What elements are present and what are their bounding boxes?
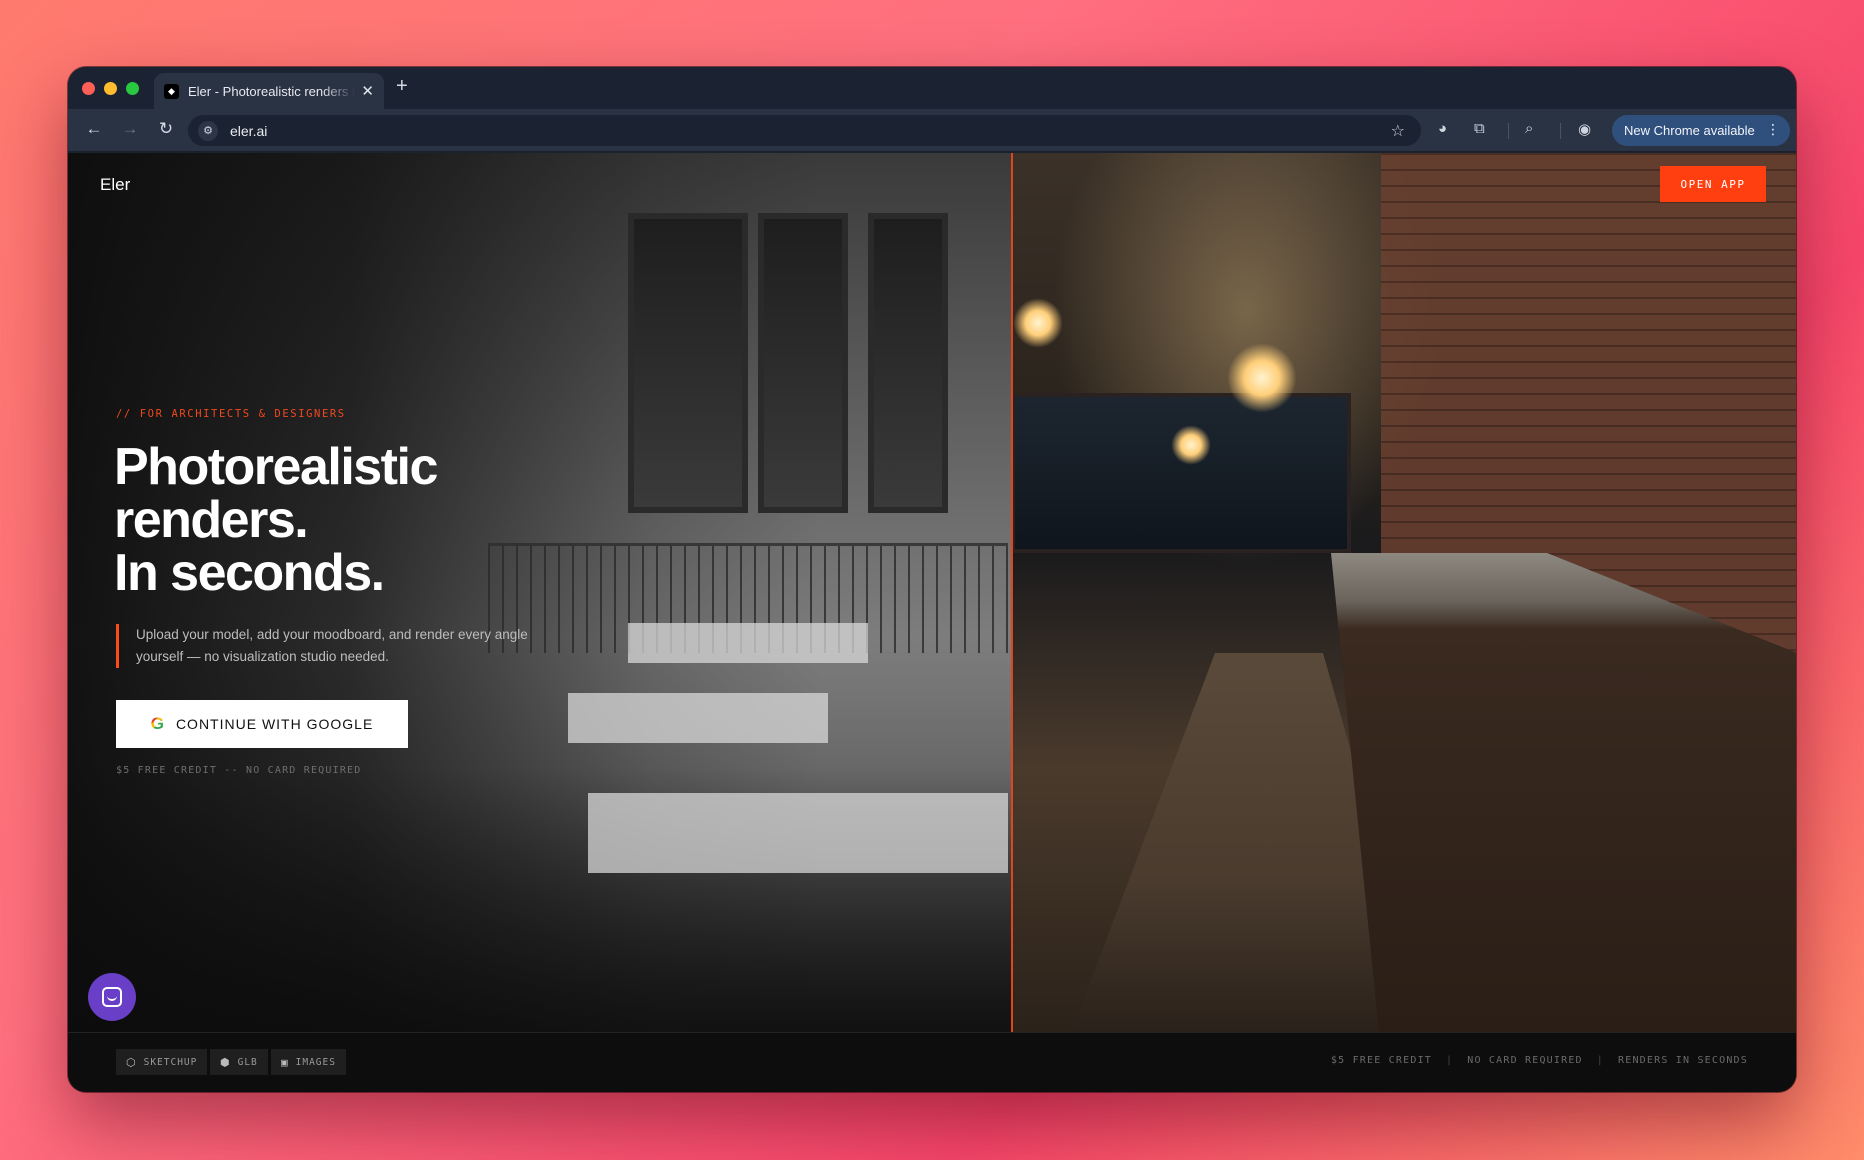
headline-line: renders. [114, 491, 309, 549]
footer-bar: ⬡ SKETCHUP ⬢ GLB ▣ IMAGES $5 FREE CREDIT… [68, 1032, 1796, 1092]
back-icon[interactable]: ← [82, 119, 106, 139]
format-chip-glb: ⬢ GLB [210, 1049, 268, 1075]
browser-window: ◆ Eler - Photorealistic renders in secon… [68, 67, 1796, 1092]
tab-search-icon[interactable]: ⌕ [1525, 120, 1533, 137]
chrome-update-label: New Chrome available [1624, 123, 1755, 138]
url-text[interactable]: eler.ai [230, 123, 267, 139]
window-shape [628, 213, 748, 513]
footer-feature: $5 FREE CREDIT [1330, 1055, 1433, 1066]
page-viewport: Eler OPEN APP // FOR ARCHITECTS & DESIGN… [68, 153, 1796, 1092]
profile-icon[interactable]: ◉ [1578, 120, 1591, 138]
extensions-icon[interactable]: ⧉ [1474, 120, 1485, 137]
footer-feature: RENDERS IN SECONDS [1618, 1055, 1748, 1066]
credit-note: $5 FREE CREDIT -- NO CARD REQUIRED [116, 765, 362, 776]
chandelier-icon [1227, 343, 1297, 413]
maximize-window-button[interactable] [126, 82, 139, 95]
reload-icon[interactable]: ↻ [154, 119, 178, 139]
browser-tab[interactable]: ◆ Eler - Photorealistic renders in secon… [154, 73, 384, 109]
table-shape [588, 793, 1008, 873]
favicon-icon: ◆ [164, 83, 179, 99]
chandelier-icon [1013, 298, 1063, 348]
toolbar-separator [1560, 123, 1561, 139]
footer-features: $5 FREE CREDIT | NO CARD REQUIRED | RENDERS … [1331, 1055, 1748, 1066]
bookmark-star-icon[interactable]: ☆ [1391, 121, 1405, 141]
window-shape [868, 213, 948, 513]
new-tab-button[interactable]: + [396, 75, 408, 98]
google-icon: G [150, 714, 165, 733]
headline-line: Photorealistic [114, 438, 438, 496]
hero-headline: Photorealistic renders. In seconds. [114, 438, 438, 602]
continue-with-google-button[interactable]: G CONTINUE WITH GOOGLE [116, 700, 408, 748]
logo[interactable]: Eler [100, 175, 130, 195]
more-vert-icon[interactable]: ⋮ [1766, 121, 1780, 138]
chip-label: GLB [237, 1056, 258, 1068]
chip-label: SKETCHUP [143, 1056, 198, 1068]
format-chip-sketchup: ⬡ SKETCHUP [116, 1049, 208, 1075]
chip-label: IMAGES [295, 1056, 336, 1068]
browser-toolbar: ← → ↻ ⚙ eler.ai ☆ ◕ ⧉ ⌕ ◉ New Chrome ava… [68, 109, 1796, 152]
image-icon: ▣ [281, 1055, 289, 1069]
footer-feature: NO CARD REQUIRED [1467, 1055, 1583, 1066]
site-settings-icon[interactable]: ⚙ [198, 120, 218, 141]
cube-icon: ⬢ [220, 1055, 231, 1069]
close-window-button[interactable] [82, 82, 95, 95]
window-shape [1011, 393, 1351, 553]
toolbar-separator [1508, 123, 1509, 139]
compare-slider-handle[interactable] [1011, 153, 1013, 1032]
chat-icon [102, 987, 122, 1007]
google-button-label: CONTINUE WITH GOOGLE [175, 716, 374, 732]
forward-icon[interactable]: → [118, 119, 142, 139]
chandelier-icon [1171, 425, 1211, 465]
close-tab-icon[interactable]: ✕ [361, 82, 374, 100]
gemini-icon[interactable]: ◕ [1438, 120, 1447, 137]
footer-separator: | [1596, 1055, 1605, 1066]
chrome-update-button[interactable]: New Chrome available ⋮ [1612, 115, 1790, 146]
tab-strip: ◆ Eler - Photorealistic renders in secon… [68, 67, 1796, 109]
window-shape [758, 213, 848, 513]
table-shape [628, 623, 868, 663]
open-app-button[interactable]: OPEN APP [1660, 166, 1766, 202]
bar-counter-shape [1331, 553, 1796, 1033]
footer-separator: | [1446, 1055, 1454, 1066]
hero-eyebrow: // FOR ARCHITECTS & DESIGNERS [116, 408, 346, 420]
photoreal-render-image [1011, 153, 1796, 1033]
headline-line: In seconds. [114, 544, 385, 602]
chat-launcher-button[interactable] [88, 973, 136, 1021]
tab-title: Eler - Photorealistic renders in seconds [188, 83, 355, 99]
address-bar[interactable]: ⚙ eler.ai ☆ [188, 115, 1421, 146]
hero-description: Upload your model, add your moodboard, a… [116, 624, 536, 668]
sketchup-icon: ⬡ [126, 1055, 137, 1069]
format-chip-images: ▣ IMAGES [271, 1049, 346, 1075]
minimize-window-button[interactable] [104, 82, 117, 95]
table-shape [568, 693, 828, 743]
